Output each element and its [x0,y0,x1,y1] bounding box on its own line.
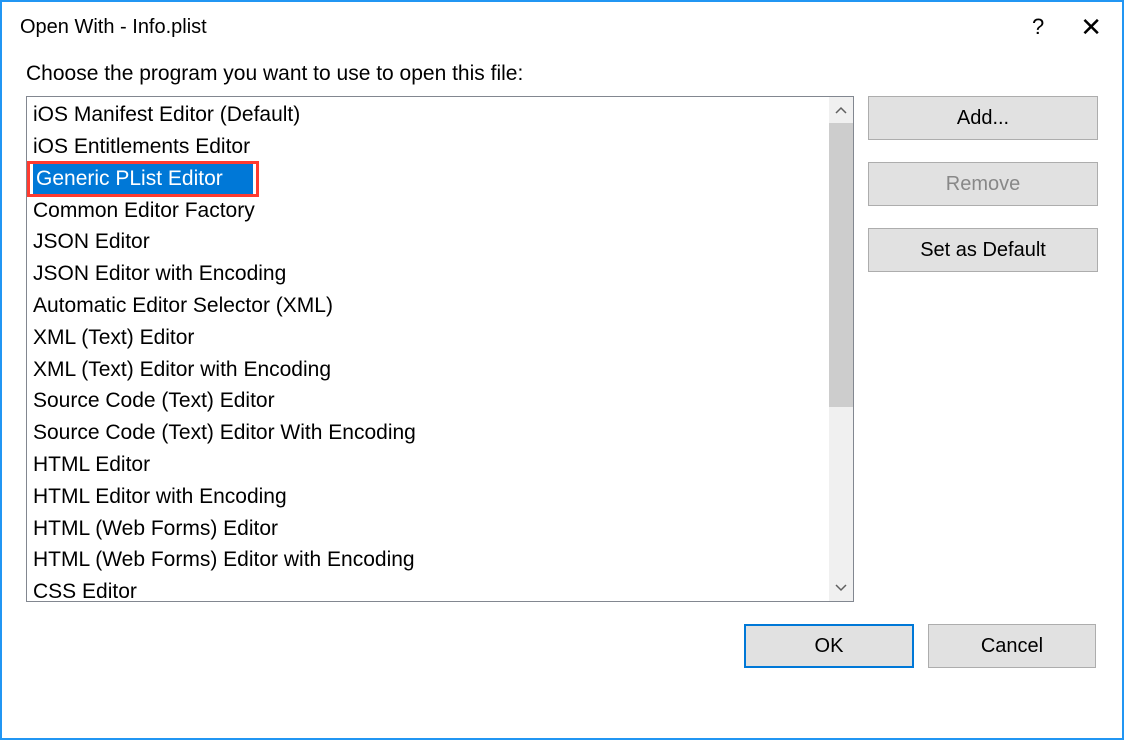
dialog-content: Choose the program you want to use to op… [2,48,1122,688]
list-item[interactable]: Source Code (Text) Editor [27,385,829,417]
list-item[interactable]: HTML (Web Forms) Editor with Encoding [27,544,829,576]
list-item[interactable]: Automatic Editor Selector (XML) [27,290,829,322]
program-listbox[interactable]: iOS Manifest Editor (Default)iOS Entitle… [26,96,854,602]
cancel-button[interactable]: Cancel [928,624,1096,668]
list-item[interactable]: Generic PList Editor [27,161,259,197]
list-item[interactable]: HTML (Web Forms) Editor [27,513,829,545]
add-button[interactable]: Add... [868,96,1098,140]
remove-button[interactable]: Remove [868,162,1098,206]
ok-button[interactable]: OK [744,624,914,668]
list-item[interactable]: JSON Editor with Encoding [27,258,829,290]
scroll-up-arrow[interactable] [829,97,853,123]
set-default-button[interactable]: Set as Default [868,228,1098,272]
list-item[interactable]: XML (Text) Editor [27,322,829,354]
side-buttons: Add... Remove Set as Default [868,96,1098,602]
titlebar: Open With - Info.plist ? ✕ [2,2,1122,48]
titlebar-controls: ? ✕ [1032,12,1108,43]
list-item[interactable]: CSS Editor [27,576,829,601]
list-item[interactable]: iOS Manifest Editor (Default) [27,99,829,131]
main-area: iOS Manifest Editor (Default)iOS Entitle… [26,96,1098,602]
prompt-label: Choose the program you want to use to op… [26,62,1098,86]
list-item[interactable]: Source Code (Text) Editor With Encoding [27,417,829,449]
list-item[interactable]: XML (Text) Editor with Encoding [27,354,829,386]
list-item[interactable]: iOS Entitlements Editor [27,131,829,163]
scroll-down-arrow[interactable] [829,575,853,601]
help-icon[interactable]: ? [1032,14,1044,40]
list-item[interactable]: JSON Editor [27,226,829,258]
window-title: Open With - Info.plist [20,16,207,39]
list-item-label: Generic PList Editor [33,164,253,194]
list-item[interactable]: Common Editor Factory [27,195,829,227]
list-item[interactable]: HTML Editor with Encoding [27,481,829,513]
listbox-items: iOS Manifest Editor (Default)iOS Entitle… [27,97,829,601]
list-item[interactable]: HTML Editor [27,449,829,481]
bottom-buttons: OK Cancel [26,624,1098,668]
scroll-thumb[interactable] [829,123,853,407]
close-icon[interactable]: ✕ [1080,12,1102,43]
scrollbar[interactable] [829,97,853,601]
scroll-track[interactable] [829,123,853,575]
